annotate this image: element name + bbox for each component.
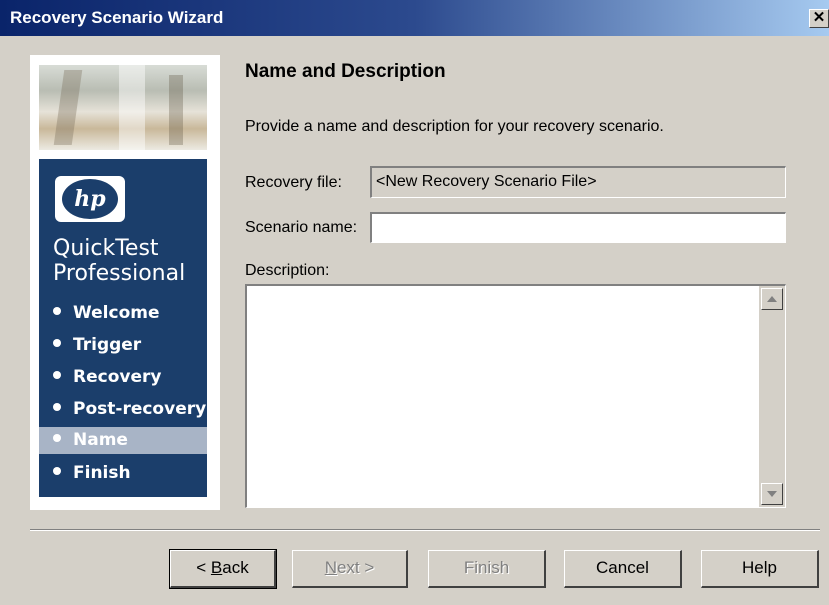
product-name: QuickTest Professional bbox=[53, 236, 185, 286]
wizard-sidebar: hp QuickTest Professional Welcome Trigge… bbox=[30, 55, 220, 510]
product-name-line1: QuickTest bbox=[53, 236, 159, 261]
page-title: Name and Description bbox=[245, 61, 446, 82]
button-separator bbox=[30, 529, 820, 531]
window-title: Recovery Scenario Wizard bbox=[10, 8, 224, 27]
description-scrollbar[interactable] bbox=[759, 286, 785, 507]
step-label: Welcome bbox=[73, 303, 160, 323]
recovery-file-label: Recovery file: bbox=[245, 174, 342, 191]
back-mnemonic: B bbox=[210, 558, 223, 577]
arrow-down-icon bbox=[767, 491, 777, 497]
next-button[interactable]: Next > bbox=[292, 550, 408, 588]
back-rest: ack bbox=[222, 558, 249, 577]
description-label: Description: bbox=[245, 262, 330, 279]
step-name: Name bbox=[39, 427, 207, 454]
arrow-up-icon bbox=[767, 296, 777, 302]
scenario-name-input[interactable] bbox=[370, 212, 786, 243]
step-recovery: Recovery bbox=[39, 361, 207, 393]
bullet-icon bbox=[53, 371, 61, 379]
scroll-up-button[interactable] bbox=[761, 288, 783, 310]
next-mnemonic: N bbox=[324, 558, 337, 577]
step-label: Post-recovery bbox=[73, 399, 207, 419]
finish-button[interactable]: Finish bbox=[428, 550, 546, 588]
header-photo bbox=[39, 65, 207, 150]
cancel-button[interactable]: Cancel bbox=[564, 550, 682, 588]
scenario-name-label: Scenario name: bbox=[245, 219, 358, 236]
close-button[interactable]: ✕ bbox=[809, 9, 829, 28]
title-bar[interactable]: Recovery Scenario Wizard ✕ bbox=[0, 0, 829, 36]
step-label: Recovery bbox=[73, 367, 162, 387]
hp-logo-icon: hp bbox=[55, 176, 125, 222]
bullet-icon bbox=[53, 307, 61, 315]
wizard-steps-list: Welcome Trigger Recovery Post-recovery N… bbox=[39, 297, 207, 489]
scroll-down-button[interactable] bbox=[761, 483, 783, 505]
step-trigger: Trigger bbox=[39, 329, 207, 361]
next-rest: ext > bbox=[336, 558, 375, 577]
description-textarea[interactable] bbox=[245, 284, 786, 508]
product-name-line2: Professional bbox=[53, 261, 186, 286]
help-button[interactable]: Help bbox=[701, 550, 819, 588]
bullet-icon bbox=[53, 403, 61, 411]
step-label: Finish bbox=[73, 463, 131, 483]
hp-logo-text: hp bbox=[62, 179, 118, 219]
page-instructions: Provide a name and description for your … bbox=[245, 118, 664, 135]
bullet-icon bbox=[53, 467, 61, 475]
bullet-icon bbox=[53, 434, 61, 442]
recovery-scenario-wizard-dialog: Recovery Scenario Wizard ✕ hp QuickTest … bbox=[0, 0, 829, 605]
step-post-recovery: Post-recovery bbox=[39, 393, 207, 425]
step-finish: Finish bbox=[39, 457, 207, 489]
step-welcome: Welcome bbox=[39, 297, 207, 329]
recovery-file-field: <New Recovery Scenario File> bbox=[370, 166, 786, 198]
bullet-icon bbox=[53, 339, 61, 347]
steps-panel: hp QuickTest Professional Welcome Trigge… bbox=[39, 159, 207, 497]
step-label: Name bbox=[73, 430, 128, 450]
back-prefix: < bbox=[196, 558, 211, 577]
back-button[interactable]: < Back bbox=[169, 549, 277, 589]
step-label: Trigger bbox=[73, 335, 142, 355]
